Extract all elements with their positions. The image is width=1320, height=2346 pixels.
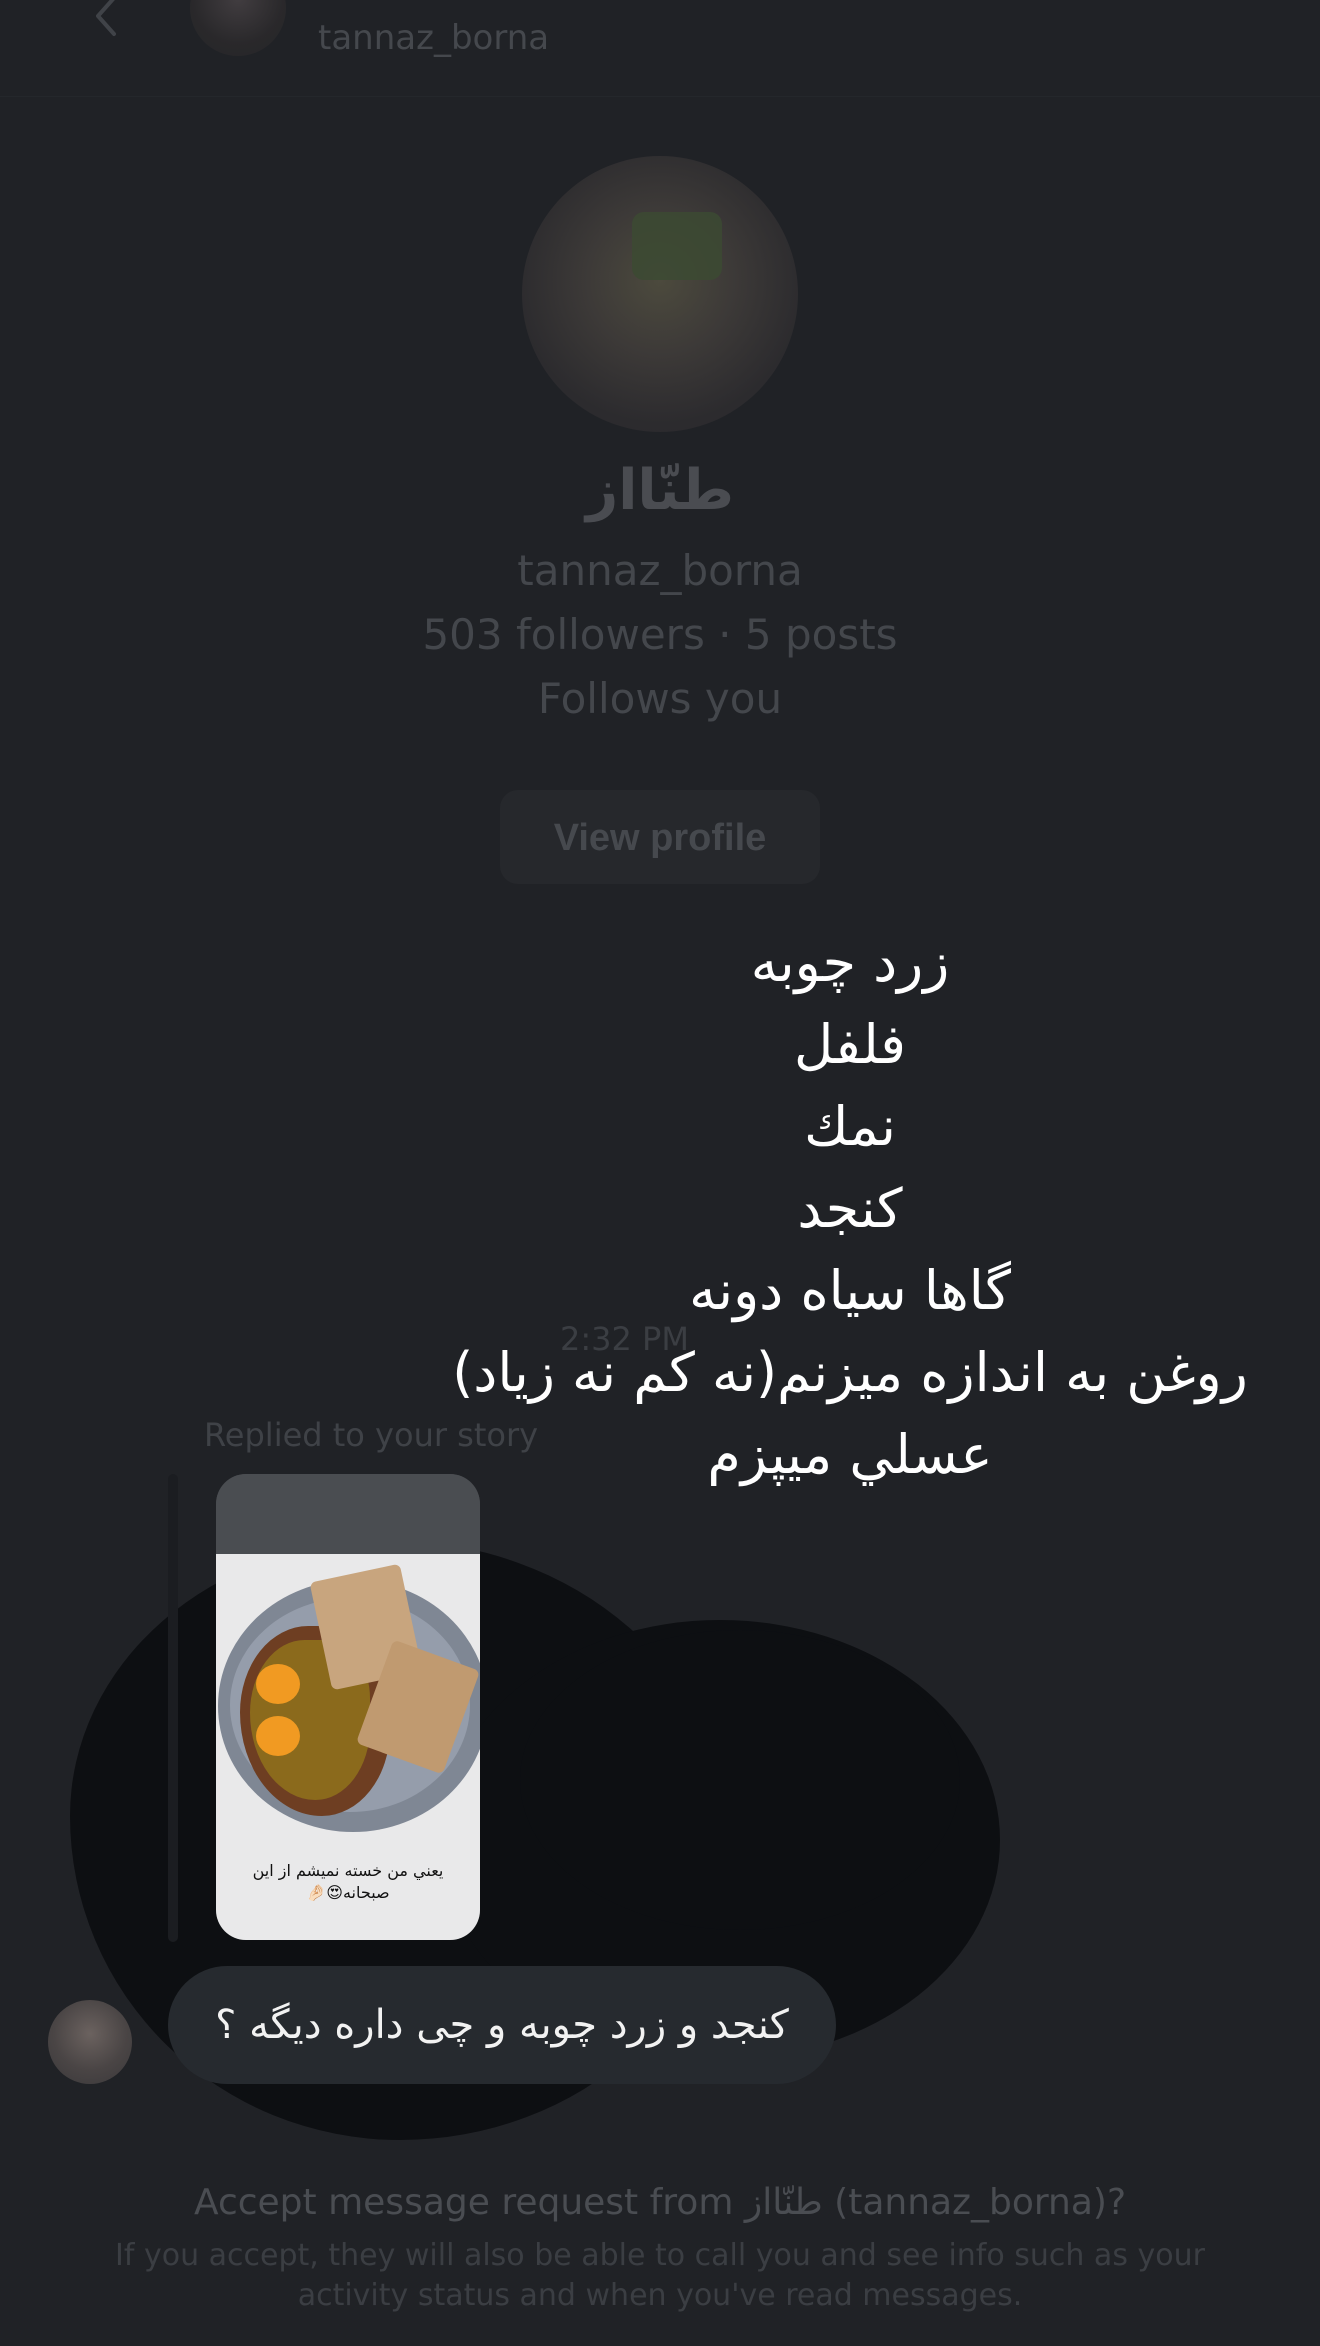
header-username[interactable]: tannaz_borna: [318, 18, 549, 58]
overlay-line: روغن به اندازه ميزنم(نه كم نه زياد): [452, 1341, 1248, 1404]
overlay-line: زرد چوبه: [750, 931, 950, 994]
chat-header: tannaz_borna: [0, 0, 1320, 97]
sender-avatar[interactable]: [48, 2000, 132, 2084]
profile-username: tannaz_borna: [517, 546, 803, 595]
profile-photo-mask: [632, 212, 722, 280]
profile-photo[interactable]: [522, 156, 798, 432]
overlay-line: نمك: [804, 1095, 896, 1158]
scribble-overlay: [520, 1630, 960, 1930]
view-profile-button[interactable]: View profile: [500, 790, 820, 884]
message-bubble[interactable]: كنجد و زرد چوبه و چی داره دیگه ؟: [168, 1966, 836, 2084]
reply-indicator-bar: [168, 1474, 178, 1942]
overlay-line: كنجد: [797, 1177, 903, 1240]
profile-stats: 503 followers · 5 posts: [422, 610, 898, 659]
overlay-line: فلفل: [794, 1013, 906, 1076]
profile-display-name: طنّااز: [585, 458, 735, 523]
story-caption: يعني من خسته نميشم از اين صبحانه😍🤌🏻: [252, 1861, 444, 1902]
story-text-overlay: زرد چوبه فلفل نمك كنجد گاها سياه دونه رو…: [420, 922, 1280, 1496]
overlay-line: گاها سياه دونه: [689, 1259, 1011, 1322]
follow-status: Follows you: [537, 674, 783, 723]
chevron-left-icon[interactable]: [84, 0, 128, 38]
header-avatar[interactable]: [190, 0, 286, 56]
accept-request-body: If you accept, they will also be able to…: [115, 2238, 1205, 2313]
accept-request-title: Accept message request from طنّااز (tann…: [193, 2182, 1127, 2223]
story-preview[interactable]: يعني من خسته نميشم از اين صبحانه😍🤌🏻: [216, 1474, 480, 1940]
overlay-line: عسلي ميپزم: [707, 1423, 993, 1486]
